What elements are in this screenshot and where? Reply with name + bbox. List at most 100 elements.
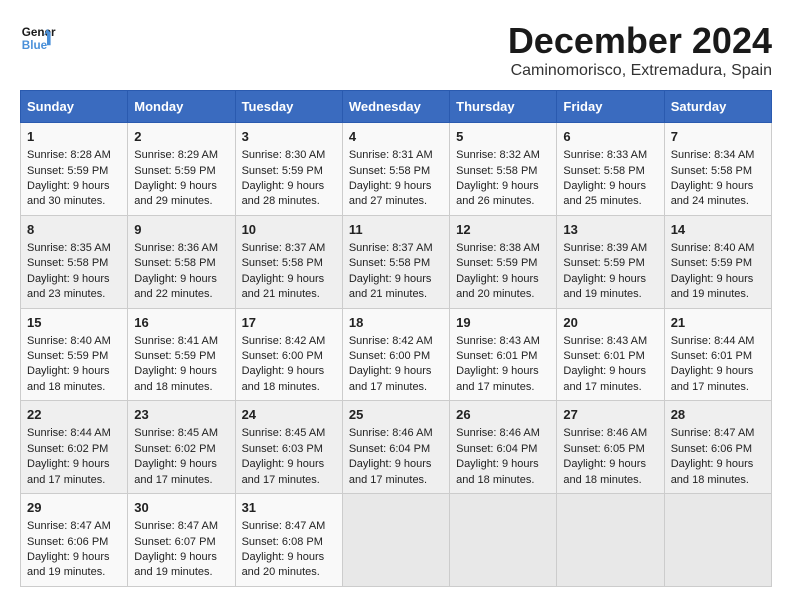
sunrise-text: Sunrise: 8:44 AM — [671, 334, 765, 349]
sunset-text: Sunset: 6:03 PM — [242, 442, 336, 457]
calendar-cell: 25Sunrise: 8:46 AMSunset: 6:04 PMDayligh… — [342, 401, 449, 494]
sunrise-text: Sunrise: 8:40 AM — [27, 334, 121, 349]
daylight-text: Daylight: 9 hours and 17 minutes. — [349, 457, 443, 488]
calendar-cell: 9Sunrise: 8:36 AMSunset: 5:58 PMDaylight… — [128, 215, 235, 308]
calendar-cell: 20Sunrise: 8:43 AMSunset: 6:01 PMDayligh… — [557, 308, 664, 401]
sunset-text: Sunset: 6:01 PM — [671, 349, 765, 364]
sunset-text: Sunset: 6:04 PM — [456, 442, 550, 457]
day-number: 1 — [27, 128, 121, 146]
daylight-text: Daylight: 9 hours and 17 minutes. — [349, 364, 443, 395]
sunrise-text: Sunrise: 8:43 AM — [456, 334, 550, 349]
calendar-cell: 24Sunrise: 8:45 AMSunset: 6:03 PMDayligh… — [235, 401, 342, 494]
sunrise-text: Sunrise: 8:44 AM — [27, 426, 121, 441]
calendar-cell: 14Sunrise: 8:40 AMSunset: 5:59 PMDayligh… — [664, 215, 771, 308]
sunrise-text: Sunrise: 8:32 AM — [456, 148, 550, 163]
calendar-cell: 2Sunrise: 8:29 AMSunset: 5:59 PMDaylight… — [128, 123, 235, 216]
calendar-cell — [450, 494, 557, 587]
header-sunday: Sunday — [21, 91, 128, 123]
calendar-cell: 7Sunrise: 8:34 AMSunset: 5:58 PMDaylight… — [664, 123, 771, 216]
sunrise-text: Sunrise: 8:46 AM — [456, 426, 550, 441]
sunrise-text: Sunrise: 8:43 AM — [563, 334, 657, 349]
daylight-text: Daylight: 9 hours and 18 minutes. — [671, 457, 765, 488]
day-number: 3 — [242, 128, 336, 146]
day-number: 8 — [27, 221, 121, 239]
daylight-text: Daylight: 9 hours and 17 minutes. — [27, 457, 121, 488]
header-saturday: Saturday — [664, 91, 771, 123]
day-number: 22 — [27, 406, 121, 424]
sunrise-text: Sunrise: 8:47 AM — [134, 519, 228, 534]
calendar-cell — [557, 494, 664, 587]
sunrise-text: Sunrise: 8:40 AM — [671, 241, 765, 256]
calendar-week-row: 29Sunrise: 8:47 AMSunset: 6:06 PMDayligh… — [21, 494, 772, 587]
svg-text:General: General — [22, 26, 56, 39]
day-number: 31 — [242, 499, 336, 517]
sunrise-text: Sunrise: 8:47 AM — [242, 519, 336, 534]
daylight-text: Daylight: 9 hours and 22 minutes. — [134, 272, 228, 303]
calendar-header-row: SundayMondayTuesdayWednesdayThursdayFrid… — [21, 91, 772, 123]
day-number: 26 — [456, 406, 550, 424]
calendar-cell — [664, 494, 771, 587]
daylight-text: Daylight: 9 hours and 18 minutes. — [563, 457, 657, 488]
sunset-text: Sunset: 6:00 PM — [242, 349, 336, 364]
day-number: 6 — [563, 128, 657, 146]
day-number: 24 — [242, 406, 336, 424]
sunset-text: Sunset: 6:02 PM — [27, 442, 121, 457]
sunset-text: Sunset: 6:07 PM — [134, 535, 228, 550]
day-number: 20 — [563, 314, 657, 332]
daylight-text: Daylight: 9 hours and 25 minutes. — [563, 179, 657, 210]
sunrise-text: Sunrise: 8:42 AM — [349, 334, 443, 349]
sunset-text: Sunset: 5:58 PM — [27, 256, 121, 271]
daylight-text: Daylight: 9 hours and 17 minutes. — [456, 364, 550, 395]
daylight-text: Daylight: 9 hours and 17 minutes. — [671, 364, 765, 395]
calendar-cell: 12Sunrise: 8:38 AMSunset: 5:59 PMDayligh… — [450, 215, 557, 308]
sunset-text: Sunset: 5:58 PM — [563, 164, 657, 179]
daylight-text: Daylight: 9 hours and 18 minutes. — [242, 364, 336, 395]
calendar-table: SundayMondayTuesdayWednesdayThursdayFrid… — [20, 90, 772, 587]
daylight-text: Daylight: 9 hours and 24 minutes. — [671, 179, 765, 210]
calendar-cell: 18 Sunrise: 8:42 AMSunset: 6:00 PMDayligh… — [342, 308, 449, 401]
day-number: 23 — [134, 406, 228, 424]
sunset-text: Sunset: 6:01 PM — [563, 349, 657, 364]
day-number: 28 — [671, 406, 765, 424]
day-number: 12 — [456, 221, 550, 239]
sunrise-text: Sunrise: 8:39 AM — [563, 241, 657, 256]
day-number: 13 — [563, 221, 657, 239]
calendar-cell: 15Sunrise: 8:40 AMSunset: 5:59 PMDayligh… — [21, 308, 128, 401]
daylight-text: Daylight: 9 hours and 20 minutes. — [456, 272, 550, 303]
sunset-text: Sunset: 6:00 PM — [349, 349, 443, 364]
logo-icon: General Blue — [20, 20, 56, 56]
calendar-cell: 21Sunrise: 8:44 AMSunset: 6:01 PMDayligh… — [664, 308, 771, 401]
calendar-cell: 22 Sunrise: 8:44 AMSunset: 6:02 PMDayligh… — [21, 401, 128, 494]
calendar-cell: 13Sunrise: 8:39 AMSunset: 5:59 PMDayligh… — [557, 215, 664, 308]
sunrise-text: Sunrise: 8:33 AM — [563, 148, 657, 163]
sunset-text: Sunset: 5:58 PM — [349, 256, 443, 271]
calendar-week-row: 22Sunrise: 8:44 AMSunset: 6:02 PMDayligh… — [21, 401, 772, 494]
calendar-cell: 1Sunrise: 8:28 AMSunset: 5:59 PMDaylight… — [21, 123, 128, 216]
daylight-text: Daylight: 9 hours and 21 minutes. — [349, 272, 443, 303]
daylight-text: Daylight: 9 hours and 21 minutes. — [242, 272, 336, 303]
calendar-cell: 28Sunrise: 8:47 AMSunset: 6:06 PMDayligh… — [664, 401, 771, 494]
sunrise-text: Sunrise: 8:47 AM — [27, 519, 121, 534]
calendar-cell: 3Sunrise: 8:30 AMSunset: 5:59 PMDaylight… — [235, 123, 342, 216]
calendar-cell — [342, 494, 449, 587]
daylight-text: Daylight: 9 hours and 26 minutes. — [456, 179, 550, 210]
header-monday: Monday — [128, 91, 235, 123]
calendar-cell: 17Sunrise: 8:42 AMSunset: 6:00 PMDayligh… — [235, 308, 342, 401]
sunset-text: Sunset: 6:04 PM — [349, 442, 443, 457]
sunrise-text: Sunrise: 8:47 AM — [671, 426, 765, 441]
day-number: 29 — [27, 499, 121, 517]
daylight-text: Daylight: 9 hours and 27 minutes. — [349, 179, 443, 210]
day-number: 9 — [134, 221, 228, 239]
sunrise-text: Sunrise: 8:28 AM — [27, 148, 121, 163]
day-number: 18 — [349, 314, 443, 332]
sunset-text: Sunset: 5:59 PM — [456, 256, 550, 271]
day-number: 17 — [242, 314, 336, 332]
location-title: Caminomorisco, Extremadura, Spain — [508, 62, 772, 80]
calendar-cell: 29Sunrise: 8:47 AMSunset: 6:06 PMDayligh… — [21, 494, 128, 587]
sunset-text: Sunset: 5:59 PM — [27, 349, 121, 364]
sunrise-text: Sunrise: 8:35 AM — [27, 241, 121, 256]
sunset-text: Sunset: 5:59 PM — [242, 164, 336, 179]
sunset-text: Sunset: 5:58 PM — [671, 164, 765, 179]
calendar-cell: 5Sunrise: 8:32 AMSunset: 5:58 PMDaylight… — [450, 123, 557, 216]
sunrise-text: Sunrise: 8:37 AM — [349, 241, 443, 256]
